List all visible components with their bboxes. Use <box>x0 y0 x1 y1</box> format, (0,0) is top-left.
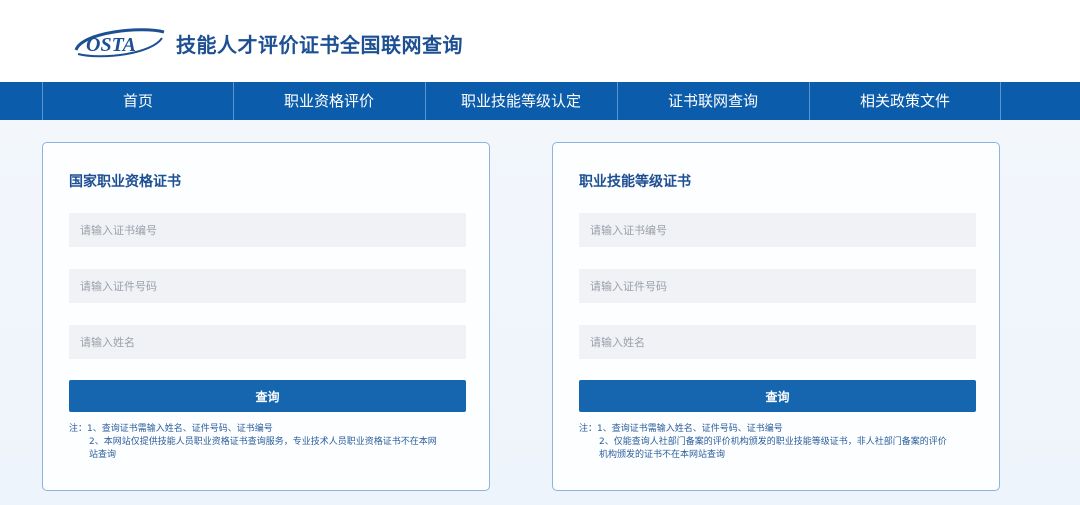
skill-level-cert-card: 职业技能等级证书 查询 注：1、查询证书需输入姓名、证件号码、证书编号 2、仅能… <box>552 142 1000 491</box>
id-number-input[interactable] <box>69 269 466 303</box>
id-number-input[interactable] <box>579 269 976 303</box>
note-line: 2、本网站仅提供技能人员职业资格证书查询服务，专业技术人员职业资格证书不在本网 <box>89 437 437 447</box>
query-note: 注：1、查询证书需输入姓名、证件号码、证书编号 2、仅能查询人社部门备案的评价机… <box>579 423 979 462</box>
cert-number-input[interactable] <box>579 213 976 247</box>
logo-text: OSTA <box>86 34 136 56</box>
nav-item-cert-query[interactable]: 证书联网查询 <box>617 82 808 120</box>
nav-divider <box>1000 82 1001 120</box>
name-input[interactable] <box>69 325 466 359</box>
qualification-cert-card: 国家职业资格证书 查询 注：1、查询证书需输入姓名、证件号码、证书编号 2、本网… <box>42 142 490 491</box>
nav-item-policy[interactable]: 相关政策文件 <box>809 82 1000 120</box>
site-header: OSTA 技能人才评价证书全国联网查询 <box>0 0 1080 82</box>
site-title: 技能人才评价证书全国联网查询 <box>176 33 463 57</box>
card-title: 国家职业资格证书 <box>69 174 181 190</box>
query-button[interactable]: 查询 <box>69 380 466 412</box>
note-line: 2、仅能查询人社部门备案的评价机构颁发的职业技能等级证书，非人社部门备案的评价 <box>599 437 947 447</box>
note-line: 注：1、查询证书需输入姓名、证件号码、证书编号 <box>69 424 273 434</box>
osta-logo[interactable]: OSTA <box>72 24 168 62</box>
nav-item-skill-level[interactable]: 职业技能等级认定 <box>425 82 616 120</box>
main-nav: 首页 职业资格评价 职业技能等级认定 证书联网查询 相关政策文件 <box>0 82 1080 120</box>
name-input[interactable] <box>579 325 976 359</box>
query-button[interactable]: 查询 <box>579 380 976 412</box>
note-line: 站查询 <box>89 450 117 460</box>
note-line: 注：1、查询证书需输入姓名、证件号码、证书编号 <box>579 424 783 434</box>
nav-item-qualification[interactable]: 职业资格评价 <box>233 82 424 120</box>
nav-item-home[interactable]: 首页 <box>42 82 233 120</box>
query-note: 注：1、查询证书需输入姓名、证件号码、证书编号 2、本网站仅提供技能人员职业资格… <box>69 423 469 462</box>
card-title: 职业技能等级证书 <box>579 174 691 190</box>
note-line: 机构颁发的证书不在本网站查询 <box>599 450 726 460</box>
cert-number-input[interactable] <box>69 213 466 247</box>
main-content: 国家职业资格证书 查询 注：1、查询证书需输入姓名、证件号码、证书编号 2、本网… <box>0 120 1080 505</box>
